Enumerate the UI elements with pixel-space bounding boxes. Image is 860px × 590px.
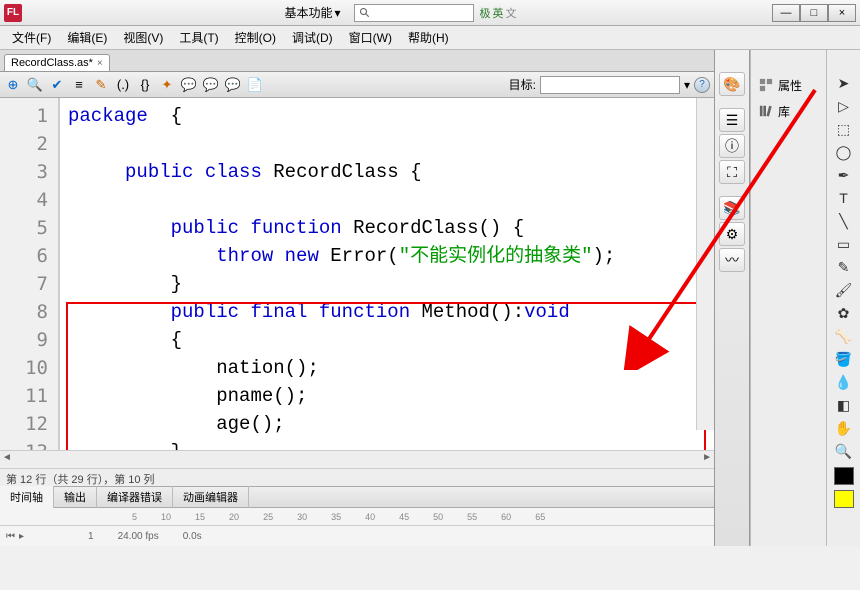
target-label: 目标: [509, 76, 536, 93]
search-icon [359, 7, 371, 19]
timeline-ruler[interactable]: 5101520253035404550556065 [0, 508, 714, 526]
properties-panel: 属性 库 [750, 50, 826, 546]
deco-tool-icon[interactable]: ✿ [832, 302, 856, 324]
line-gutter: 123456789101112131415 [0, 98, 60, 450]
find-icon[interactable]: 🔍 [26, 76, 44, 94]
comment-icon[interactable]: 💬 [180, 76, 198, 94]
library-icon [758, 104, 774, 118]
eyedropper-icon[interactable]: 💧 [832, 371, 856, 393]
tab-timeline[interactable]: 时间轴 [0, 486, 54, 508]
comment3-icon[interactable]: 💬 [224, 76, 242, 94]
menu-debug[interactable]: 调试(D) [286, 27, 339, 48]
line-tool-icon[interactable]: ╲ [832, 210, 856, 232]
brush-tool-icon[interactable]: 🖌 [832, 279, 856, 301]
search-input[interactable] [354, 4, 474, 22]
swatches-icon[interactable]: 🎨 [719, 72, 745, 96]
stroke-color[interactable] [834, 467, 854, 485]
components-icon[interactable]: ⚙ [719, 222, 745, 246]
app-logo: FL [4, 4, 22, 22]
bucket-tool-icon[interactable]: 🪣 [832, 348, 856, 370]
menu-bar: 文件(F) 编辑(E) 视图(V) 工具(T) 控制(O) 调试(D) 窗口(W… [0, 26, 860, 50]
icon-strip: 🎨 ☰ ⓘ ⛶ 📚 ⚙ 〰 [714, 50, 750, 546]
file-tab[interactable]: RecordClass.as*× [4, 54, 110, 71]
horizontal-scrollbar[interactable] [0, 450, 714, 468]
document-tabs: RecordClass.as*× [0, 50, 714, 72]
brace-open-icon[interactable]: {} [136, 76, 154, 94]
chevron-down-icon: ▾ [334, 6, 340, 20]
check-icon[interactable]: ✔ [48, 76, 66, 94]
menu-edit[interactable]: 编辑(E) [61, 27, 113, 48]
layout-dropdown[interactable]: 基本功能▾ [277, 1, 347, 24]
code-toolbar: ⊕ 🔍 ✔ ≡ ✎ (.) {} ✦ 💬 💬 💬 📄 目标: ▾ ? [0, 72, 714, 98]
timeline-controls: ⏮ ▸ 1 24.00 fps 0.0s [0, 526, 714, 546]
bottom-panel-tabs: 时间轴 输出 编译器错误 动画编辑器 [0, 486, 714, 508]
code-body[interactable]: package { public class RecordClass { pub… [60, 98, 714, 450]
menu-view[interactable]: 视图(V) [117, 27, 169, 48]
play-icon[interactable]: ▸ [19, 531, 24, 542]
comment2-icon[interactable]: 💬 [202, 76, 220, 94]
menu-control[interactable]: 控制(O) [229, 27, 282, 48]
text-tool-icon[interactable]: T [832, 187, 856, 209]
align-icon[interactable]: ☰ [719, 108, 745, 132]
library-tab[interactable]: 库 [751, 98, 826, 124]
info-icon[interactable]: ⓘ [719, 134, 745, 158]
free-transform-icon[interactable]: ⬚ [832, 118, 856, 140]
lasso-tool-icon[interactable]: ◯ [832, 141, 856, 163]
transform-icon[interactable]: ⛶ [719, 160, 745, 184]
motion-icon[interactable]: 〰 [719, 248, 745, 272]
menu-help[interactable]: 帮助(H) [402, 27, 455, 48]
tools-panel: ➤ ▷ ⬚ ◯ ✒ T ╲ ▭ ✎ 🖌 ✿ 🦴 🪣 💧 ◧ ✋ 🔍 [826, 50, 860, 546]
pencil-tool-icon[interactable]: ✎ [832, 256, 856, 278]
bone-tool-icon[interactable]: 🦴 [832, 325, 856, 347]
hand-tool-icon[interactable]: ✋ [832, 417, 856, 439]
title-bar: FL 基本功能▾ 极英文 — □ × [0, 0, 860, 26]
chevron-down-icon[interactable]: ▾ [684, 78, 690, 92]
collapse-icon[interactable]: 📄 [246, 76, 264, 94]
brace-close-icon[interactable]: ✦ [158, 76, 176, 94]
add-icon[interactable]: ⊕ [4, 76, 22, 94]
properties-icon [758, 78, 774, 92]
tab-compiler-errors[interactable]: 编译器错误 [97, 486, 173, 508]
menu-window[interactable]: 窗口(W) [343, 27, 398, 48]
pen-tool-icon[interactable]: ✒ [832, 164, 856, 186]
status-bar: 第 12 行（共 29 行），第 10 列 [0, 468, 714, 486]
target-input[interactable] [540, 76, 680, 94]
zoom-tool-icon[interactable]: 🔍 [832, 440, 856, 462]
close-button[interactable]: × [828, 4, 856, 22]
format-icon[interactable]: ≡ [70, 76, 88, 94]
code-editor[interactable]: 123456789101112131415 package { public c… [0, 98, 714, 450]
library-icon[interactable]: 📚 [719, 196, 745, 220]
vertical-scrollbar[interactable] [696, 98, 714, 430]
rewind-icon[interactable]: ⏮ [6, 531, 15, 542]
subselect-tool-icon[interactable]: ▷ [832, 95, 856, 117]
menu-file[interactable]: 文件(F) [6, 27, 57, 48]
tab-close-icon[interactable]: × [97, 58, 103, 69]
paren-icon[interactable]: (.) [114, 76, 132, 94]
menu-tools[interactable]: 工具(T) [173, 27, 224, 48]
rect-tool-icon[interactable]: ▭ [832, 233, 856, 255]
fill-color[interactable] [834, 490, 854, 508]
minimize-button[interactable]: — [772, 4, 800, 22]
timeline-panel: 5101520253035404550556065 ⏮ ▸ 1 24.00 fp… [0, 508, 714, 546]
help-button[interactable]: ? [694, 77, 710, 93]
ime-indicator: 极英文 [480, 5, 517, 21]
selection-tool-icon[interactable]: ➤ [832, 72, 856, 94]
properties-tab[interactable]: 属性 [751, 72, 826, 98]
tab-output[interactable]: 输出 [54, 486, 97, 508]
maximize-button[interactable]: □ [800, 4, 828, 22]
hint-icon[interactable]: ✎ [92, 76, 110, 94]
eraser-tool-icon[interactable]: ◧ [832, 394, 856, 416]
tab-motion-editor[interactable]: 动画编辑器 [173, 486, 249, 508]
